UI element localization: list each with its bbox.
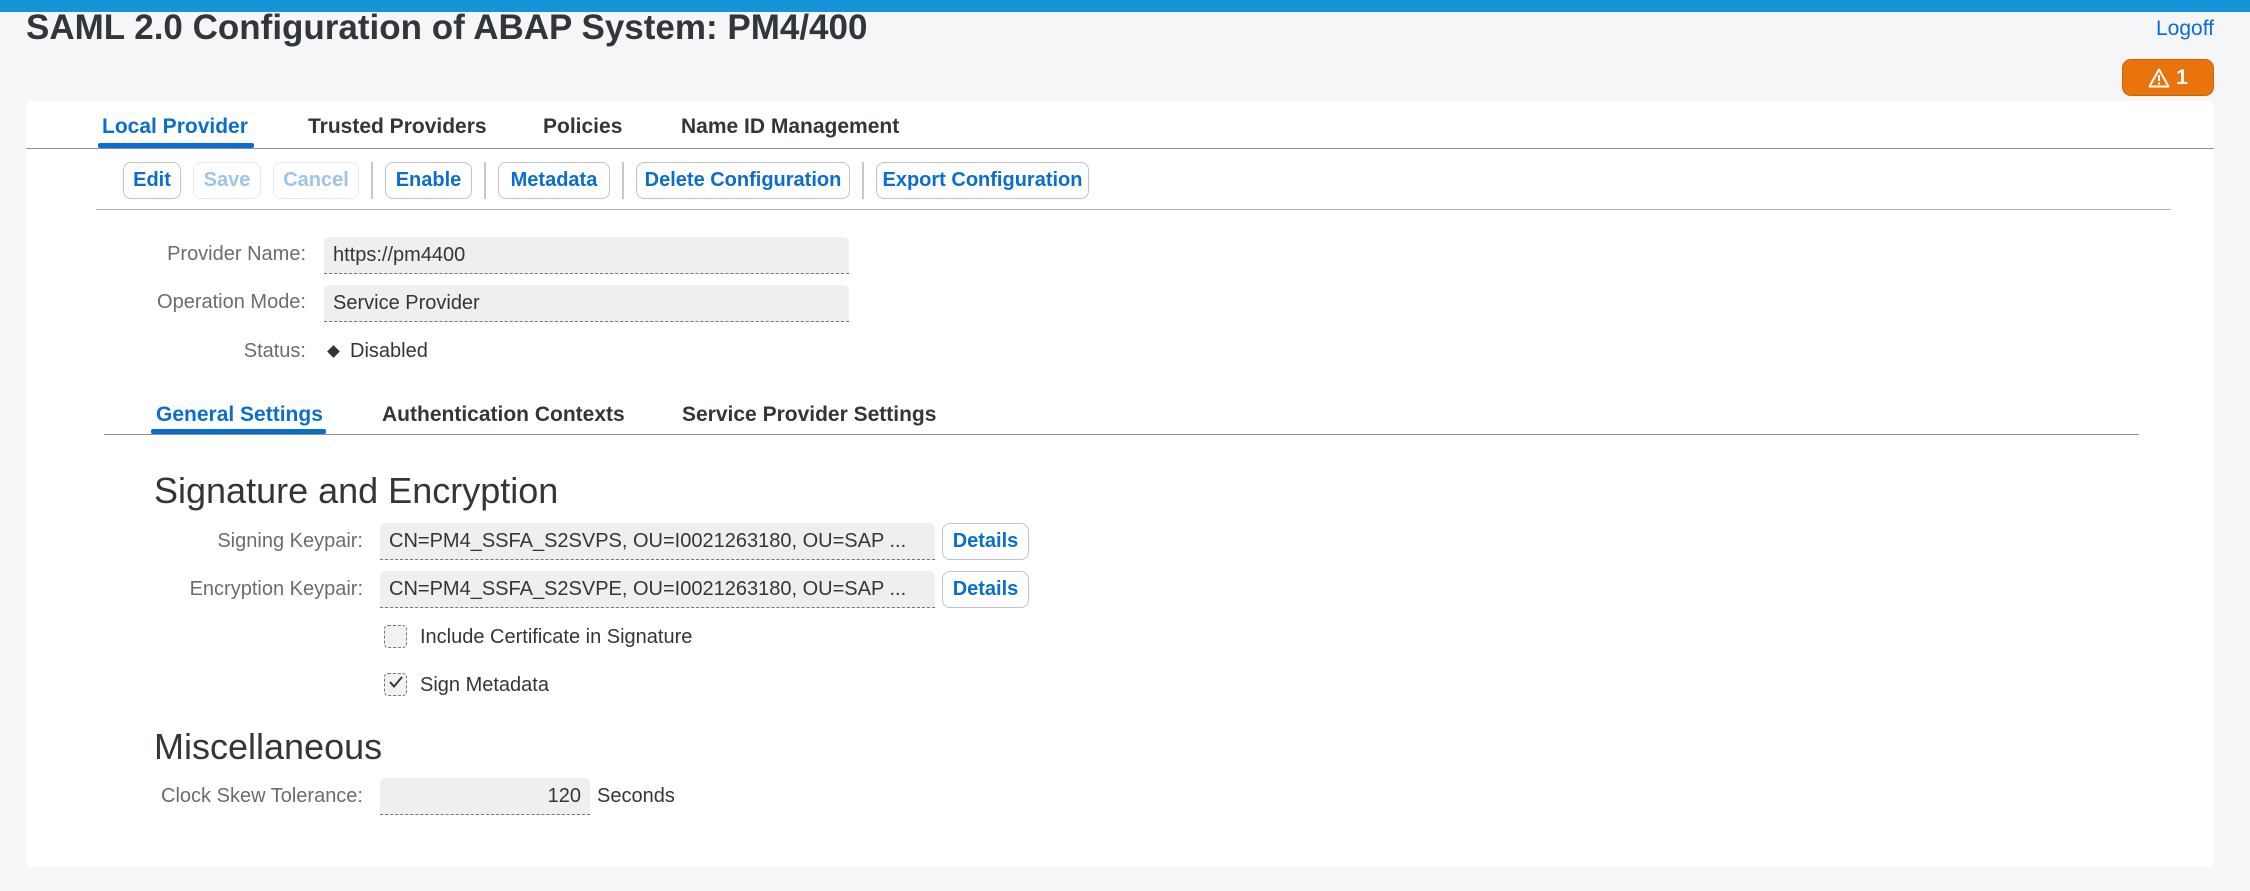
export-configuration-button[interactable]: Export Configuration — [876, 162, 1089, 199]
warning-icon — [2148, 68, 2170, 88]
miscellaneous-section-title: Miscellaneous — [154, 726, 383, 767]
include-certificate-label: Include Certificate in Signature — [420, 626, 693, 648]
tab-authentication-contexts[interactable]: Authentication Contexts — [382, 403, 625, 427]
message-popover-button[interactable]: 1 — [2122, 59, 2214, 96]
toolbar-separator — [484, 162, 486, 199]
clock-skew-unit: Seconds — [597, 785, 675, 807]
configuration-panel: Local Provider Trusted Providers Policie… — [26, 101, 2214, 867]
status-value: Disabled — [326, 340, 428, 363]
message-count: 1 — [2176, 65, 2188, 89]
tab-general-settings[interactable]: General Settings — [156, 403, 323, 427]
checkmark-icon — [388, 675, 404, 694]
provider-name-label: Provider Name: — [167, 243, 306, 265]
operation-mode-field[interactable]: Service Provider — [324, 285, 849, 322]
enable-button[interactable]: Enable — [385, 162, 472, 199]
page-title: SAML 2.0 Configuration of ABAP System: P… — [26, 8, 868, 47]
toolbar-separator — [862, 162, 864, 199]
signature-section-title: Signature and Encryption — [154, 470, 559, 511]
delete-configuration-button[interactable]: Delete Configuration — [636, 162, 850, 199]
toolbar-separator — [622, 162, 624, 199]
tab-name-id-management[interactable]: Name ID Management — [681, 115, 899, 139]
encryption-details-button[interactable]: Details — [942, 571, 1029, 608]
tab-local-provider[interactable]: Local Provider — [102, 115, 248, 139]
subtab-active-indicator — [151, 429, 326, 434]
signing-keypair-field[interactable]: CN=PM4_SSFA_S2SVPS, OU=I0021263180, OU=S… — [380, 523, 935, 560]
sign-metadata-label: Sign Metadata — [420, 674, 549, 696]
tab-service-provider-settings[interactable]: Service Provider Settings — [682, 403, 936, 427]
status-text: Disabled — [350, 340, 428, 362]
toolbar: Edit Save Cancel Enable Metadata Delete … — [96, 159, 2171, 210]
signing-details-button[interactable]: Details — [942, 523, 1029, 560]
sign-metadata-checkbox[interactable] — [384, 673, 407, 696]
metadata-button[interactable]: Metadata — [498, 162, 610, 199]
cancel-button[interactable]: Cancel — [273, 162, 359, 199]
encryption-keypair-field[interactable]: CN=PM4_SSFA_S2SVPE, OU=I0021263180, OU=S… — [380, 571, 935, 608]
status-diamond-icon — [327, 345, 340, 358]
include-certificate-checkbox[interactable] — [384, 625, 407, 648]
tab-active-indicator — [98, 143, 254, 148]
provider-name-field[interactable]: https://pm4400 — [324, 237, 849, 274]
settings-tab-bar: General Settings Authentication Contexts… — [104, 391, 2139, 435]
signing-keypair-label: Signing Keypair: — [217, 530, 363, 552]
encryption-keypair-label: Encryption Keypair: — [189, 578, 363, 600]
tab-trusted-providers[interactable]: Trusted Providers — [308, 115, 487, 139]
main-tab-bar: Local Provider Trusted Providers Policie… — [26, 101, 2214, 149]
toolbar-separator — [371, 162, 373, 199]
save-button[interactable]: Save — [193, 162, 261, 199]
logoff-link[interactable]: Logoff — [2156, 17, 2214, 41]
edit-button[interactable]: Edit — [123, 162, 181, 199]
tab-policies[interactable]: Policies — [543, 115, 622, 139]
clock-skew-label: Clock Skew Tolerance: — [161, 785, 363, 807]
operation-mode-label: Operation Mode: — [157, 291, 306, 313]
clock-skew-input[interactable]: 120 — [380, 778, 590, 815]
status-label: Status: — [243, 340, 306, 362]
